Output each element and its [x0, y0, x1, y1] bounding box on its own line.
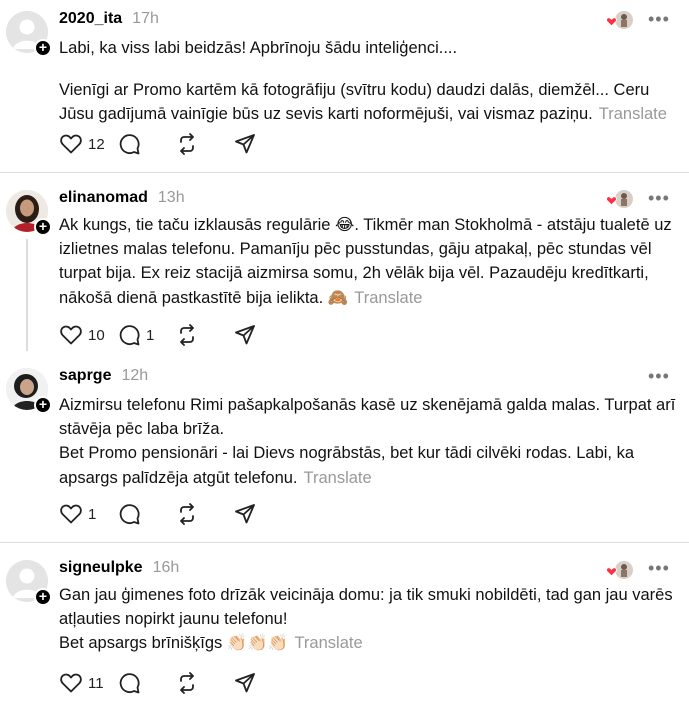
username[interactable]: signeulpke [59, 559, 143, 577]
post-saprge: + saprge 12h ••• Aizmirsu telefonu Rimi … [0, 359, 689, 542]
post-elinanomad: + elinanomad 13h ••• Ak kungs, tie taču … [0, 173, 689, 359]
timestamp[interactable]: 13h [158, 189, 185, 207]
post-signeulpke: + signeulpke 16h ••• Gan jau ģimenes fot… [0, 543, 689, 706]
post-text: Aizmirsu telefonu Rimi pašapkalpošanās k… [59, 393, 679, 490]
username[interactable]: saprge [59, 367, 111, 385]
post-2020_ita: + 2020_ita 17h ••• Labi, ka viss labi be… [0, 0, 689, 172]
like-button[interactable]: 11 [60, 671, 118, 695]
like-button[interactable]: 10 [60, 323, 118, 347]
liked-by-author-icon [606, 11, 633, 29]
share-button[interactable] [234, 323, 292, 347]
follow-plus-icon[interactable]: + [34, 396, 52, 414]
timestamp[interactable]: 17h [132, 10, 159, 28]
follow-plus-icon[interactable]: + [34, 588, 52, 606]
post-paragraph: Vienīgi ar Promo kartēm kā fotogrāfiju (… [59, 81, 650, 124]
translate-link[interactable]: Translate [304, 469, 372, 487]
timestamp[interactable]: 16h [153, 559, 180, 577]
send-icon [235, 325, 255, 345]
post-paragraph: Aizmirsu telefonu Rimi pašapkalpošanās k… [59, 396, 676, 439]
reply-button[interactable] [118, 671, 176, 695]
comment-icon [119, 504, 140, 525]
send-icon [235, 134, 255, 154]
thread-line [26, 239, 28, 351]
more-options-button[interactable]: ••• [648, 559, 670, 577]
post-text: Gan jau ģimenes foto drīzāk veicināja do… [59, 583, 679, 656]
post-paragraph: Bet apsargs brīnišķīgs 👏🏻👏🏻👏🏻 [59, 634, 289, 653]
comment-icon [119, 134, 140, 155]
reply-count: 1 [146, 326, 155, 344]
comment-icon [119, 673, 140, 694]
more-options-button[interactable]: ••• [648, 189, 670, 207]
like-count: 12 [88, 135, 105, 153]
share-button[interactable] [234, 671, 292, 695]
like-button[interactable]: 12 [60, 132, 118, 156]
repost-button[interactable] [176, 323, 234, 347]
like-count: 11 [88, 674, 104, 692]
liked-by-author-icon [606, 190, 633, 208]
heart-icon [60, 504, 82, 524]
repost-icon [180, 133, 194, 155]
avatar[interactable]: + [6, 190, 52, 236]
repost-icon [180, 324, 194, 346]
more-options-button[interactable]: ••• [648, 367, 670, 385]
repost-button[interactable] [176, 132, 234, 156]
repost-button[interactable] [176, 671, 234, 695]
repost-button[interactable] [176, 502, 234, 526]
reply-button[interactable]: 1 [118, 323, 176, 347]
username[interactable]: elinanomad [59, 189, 148, 207]
post-text: Ak kungs, tie taču izklausās regulārie 😂… [59, 213, 679, 310]
post-paragraph: Gan jau ģimenes foto drīzāk veicināja do… [59, 586, 673, 629]
reply-button[interactable] [118, 132, 176, 156]
follow-plus-icon[interactable]: + [34, 39, 52, 57]
repost-icon [180, 503, 194, 525]
share-button[interactable] [234, 502, 292, 526]
like-button[interactable]: 1 [60, 502, 118, 526]
reply-button[interactable] [118, 502, 176, 526]
more-options-button[interactable]: ••• [648, 10, 670, 28]
heart-icon [60, 134, 82, 154]
avatar[interactable]: + [6, 11, 52, 57]
like-count: 1 [88, 505, 97, 523]
heart-icon [60, 673, 82, 693]
heart-icon [60, 325, 82, 345]
like-count: 10 [88, 326, 105, 344]
follow-plus-icon[interactable]: + [34, 218, 52, 236]
comment-icon [119, 325, 140, 346]
send-icon [235, 673, 255, 693]
post-text: Labi, ka viss labi beidzās! Apbrīnoju šā… [59, 36, 679, 127]
avatar[interactable]: + [6, 368, 52, 414]
username[interactable]: 2020_ita [59, 10, 122, 28]
send-icon [235, 504, 255, 524]
repost-icon [180, 672, 194, 694]
timestamp[interactable]: 12h [121, 367, 148, 385]
translate-link[interactable]: Translate [294, 634, 362, 652]
liked-by-author-icon [606, 561, 633, 579]
avatar[interactable]: + [6, 560, 52, 606]
translate-link[interactable]: Translate [354, 289, 422, 307]
share-button[interactable] [234, 132, 292, 156]
translate-link[interactable]: Translate [599, 105, 667, 123]
post-paragraph: Labi, ka viss labi beidzās! Apbrīnoju šā… [59, 39, 458, 57]
